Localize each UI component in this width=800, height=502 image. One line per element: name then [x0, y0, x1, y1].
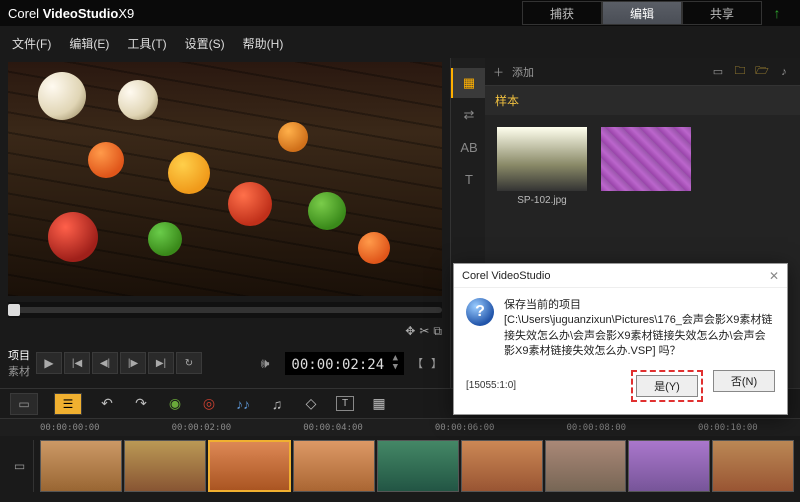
- menu-edit[interactable]: 编辑(E): [69, 35, 109, 52]
- save-project-dialog: Corel VideoStudio ✕ ? 保存当前的项目 [C:\Users\…: [453, 263, 788, 415]
- dialog-heading: 保存当前的项目: [504, 298, 775, 313]
- timecode[interactable]: 00:00:02:24 ▲▼: [285, 352, 404, 375]
- titlebar: Corel VideoStudioX9 捕获 编辑 共享 ↑: [0, 0, 800, 26]
- menu-tools[interactable]: 工具(T): [127, 35, 166, 52]
- timeline-clip[interactable]: [545, 440, 627, 492]
- ruler-mark: 00:00:02:00: [172, 423, 232, 433]
- preview-controls: 项目 素材 ▶ |◀ ◀| |▶ ▶| ↻ 🕪 00:00:02:24 ▲▼ 【…: [8, 347, 442, 379]
- ruler-mark: 00:00:00:00: [40, 423, 100, 433]
- undo-icon[interactable]: ↶: [98, 395, 116, 412]
- dialog-no-button[interactable]: 否(N): [713, 370, 775, 392]
- mark-out-icon[interactable]: 】: [431, 355, 442, 371]
- mode-tab-edit[interactable]: 编辑: [602, 1, 682, 25]
- seek-bar[interactable]: [8, 302, 442, 318]
- move-tool-icon[interactable]: ✥: [405, 324, 415, 339]
- mode-tab-capture[interactable]: 捕获: [522, 1, 602, 25]
- timeline-clip[interactable]: [208, 440, 292, 492]
- audio-mixer-icon[interactable]: ♪♪: [234, 396, 252, 412]
- lib-folder-sample[interactable]: 样本: [485, 86, 800, 115]
- menu-settings[interactable]: 设置(S): [185, 35, 225, 52]
- ruler-mark: 00:00:10:00: [698, 423, 758, 433]
- ruler-mark: 00:00:04:00: [303, 423, 363, 433]
- go-start-button[interactable]: |◀: [64, 352, 90, 374]
- folder-open-icon[interactable]: 🗁: [754, 65, 770, 79]
- subtitle-icon[interactable]: T: [336, 396, 354, 411]
- brand-product: VideoStudio: [43, 6, 119, 21]
- play-button[interactable]: ▶: [36, 352, 62, 374]
- redo-icon[interactable]: ↷: [132, 395, 150, 412]
- lib-thumb[interactable]: [601, 127, 691, 206]
- video-track[interactable]: ▭: [0, 436, 800, 496]
- timeline-clip[interactable]: [712, 440, 794, 492]
- audio-icon[interactable]: ♪: [776, 65, 792, 79]
- dialog-title: Corel VideoStudio: [462, 270, 550, 282]
- play-tab-project[interactable]: 项目: [8, 347, 30, 363]
- timeline-clip[interactable]: [40, 440, 122, 492]
- preview-video[interactable]: [8, 62, 442, 296]
- video-track-icon[interactable]: ▭: [6, 440, 34, 492]
- record-icon[interactable]: ◉: [166, 395, 184, 412]
- lib-tab-title[interactable]: AB: [451, 132, 485, 162]
- timeline-view-button[interactable]: ☰: [54, 393, 82, 415]
- timeline-clip[interactable]: [124, 440, 206, 492]
- auto-music-icon[interactable]: ♫: [268, 396, 286, 412]
- timeline-clip[interactable]: [628, 440, 710, 492]
- question-icon: ?: [466, 298, 494, 326]
- play-tab-clip[interactable]: 素材: [8, 363, 30, 379]
- disc-icon[interactable]: ◎: [200, 395, 218, 412]
- snapshot-icon[interactable]: ⧉: [433, 324, 442, 339]
- menubar: 文件(F) 编辑(E) 工具(T) 设置(S) 帮助(H): [0, 32, 800, 54]
- upload-icon[interactable]: ↑: [762, 1, 792, 25]
- timeline-clip[interactable]: [293, 440, 375, 492]
- show-video-icon[interactable]: ▭: [710, 65, 726, 79]
- multi-view-icon[interactable]: ▦: [370, 395, 388, 412]
- prev-frame-button[interactable]: ◀|: [92, 352, 118, 374]
- go-end-button[interactable]: ▶|: [148, 352, 174, 374]
- add-folder-icon[interactable]: ＋: [493, 64, 504, 80]
- storyboard-view-button[interactable]: ▭: [10, 393, 38, 415]
- brand-version: X9: [118, 6, 134, 21]
- preview-panel: ✥ ✂ ⧉ 项目 素材 ▶ |◀ ◀| |▶ ▶| ↻ 🕪 00:00:02:2…: [0, 58, 450, 388]
- folder-icon[interactable]: 🗀: [732, 65, 748, 79]
- menu-help[interactable]: 帮助(H): [243, 35, 284, 52]
- loop-button[interactable]: ↻: [176, 352, 202, 374]
- dialog-close-button[interactable]: ✕: [769, 269, 779, 283]
- mode-tab-share[interactable]: 共享: [682, 1, 762, 25]
- timeline-clip[interactable]: [461, 440, 543, 492]
- lib-thumb[interactable]: SP-102.jpg: [497, 127, 587, 206]
- motion-track-icon[interactable]: ◇: [302, 395, 320, 412]
- volume-icon[interactable]: 🕪: [261, 355, 270, 372]
- lib-tab-text[interactable]: T: [451, 164, 485, 194]
- dialog-status: [15055:1:0]: [466, 380, 516, 391]
- mark-in-icon[interactable]: 【: [412, 355, 423, 371]
- ruler-mark: 00:00:06:00: [435, 423, 495, 433]
- timeline-ruler[interactable]: 00:00:00:00 00:00:02:00 00:00:04:00 00:0…: [0, 418, 800, 436]
- brand-company: Corel: [8, 6, 39, 21]
- ruler-mark: 00:00:08:00: [566, 423, 626, 433]
- thumb-caption: SP-102.jpg: [497, 195, 587, 206]
- lib-tab-media[interactable]: ▦: [451, 68, 485, 98]
- add-label: 添加: [512, 64, 534, 80]
- dialog-yes-button[interactable]: 是(Y): [636, 375, 698, 397]
- lib-tab-transition[interactable]: ⇄: [451, 100, 485, 130]
- next-frame-button[interactable]: |▶: [120, 352, 146, 374]
- cut-tool-icon[interactable]: ✂: [419, 324, 429, 339]
- timeline-clip[interactable]: [377, 440, 459, 492]
- app-brand: Corel VideoStudioX9: [8, 6, 134, 21]
- dialog-body-text: [C:\Users\juguanzixun\Pictures\176_会声会影X…: [504, 313, 775, 359]
- menu-file[interactable]: 文件(F): [12, 35, 51, 52]
